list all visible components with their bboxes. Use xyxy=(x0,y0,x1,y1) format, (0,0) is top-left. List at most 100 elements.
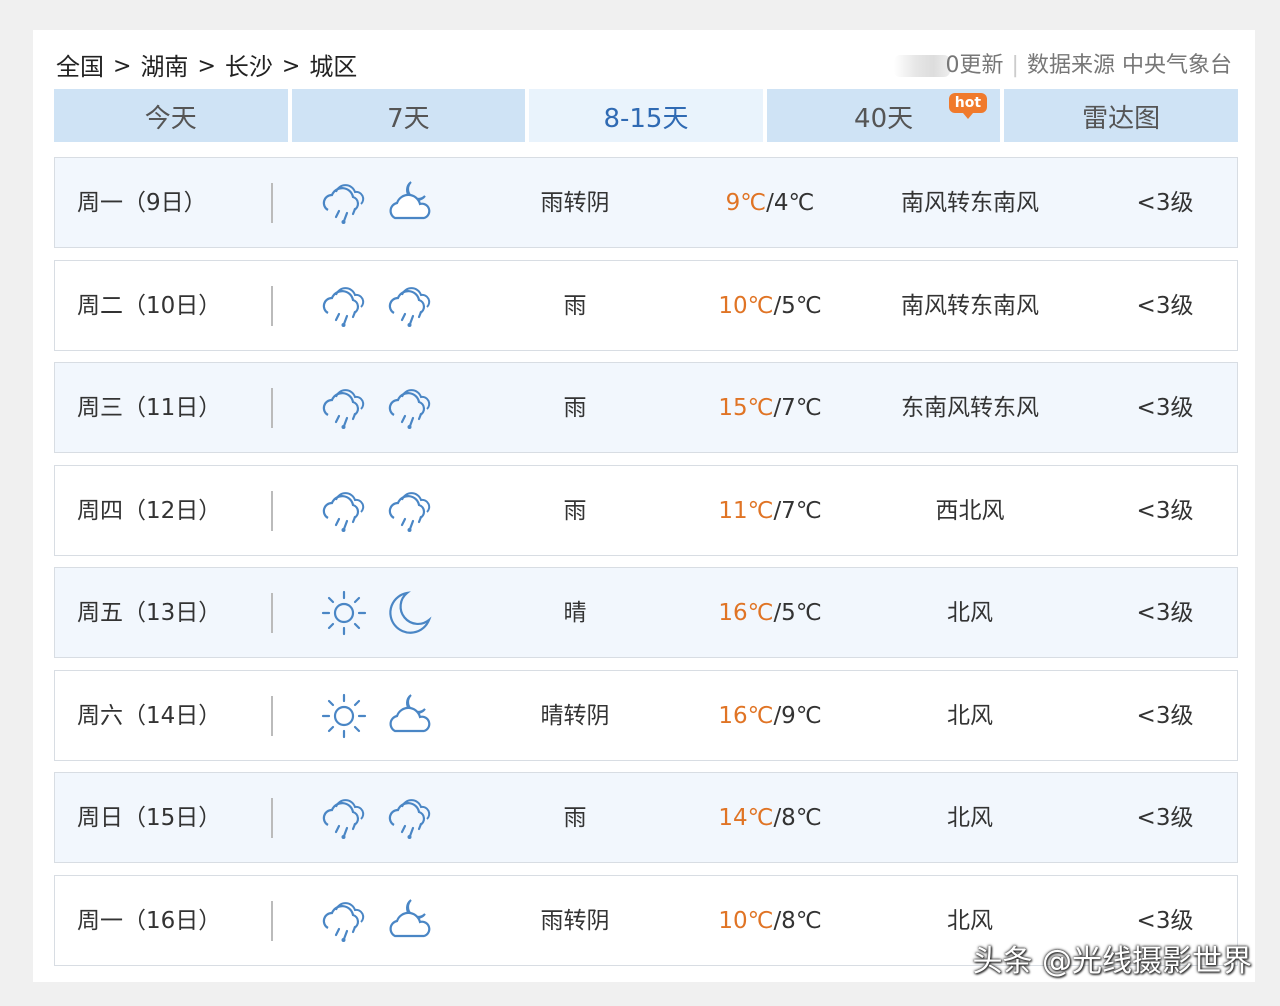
rain-cloud-icon xyxy=(319,281,369,331)
tab-today[interactable]: 今天 xyxy=(54,89,288,142)
tab-label: 今天 xyxy=(144,104,197,134)
forecast-date: 周日（15日） xyxy=(77,805,222,831)
temperature: 16℃/5℃ xyxy=(695,568,845,659)
tab-label: 7天 xyxy=(387,104,430,134)
low-temp: /7℃ xyxy=(773,497,822,524)
high-temp: 11℃ xyxy=(718,497,774,524)
breadcrumb-item-city[interactable]: 长沙 xyxy=(225,53,273,81)
wind-level: <3级 xyxy=(1136,600,1194,626)
temperature: 14℃/8℃ xyxy=(695,773,845,864)
rain-cloud-icon xyxy=(385,281,435,331)
wind-level: <3级 xyxy=(1136,805,1194,831)
breadcrumb-item-country[interactable]: 全国 xyxy=(56,53,104,81)
breadcrumb-separator: > xyxy=(281,54,301,79)
high-temp: 10℃ xyxy=(718,292,774,319)
tab-7-days[interactable]: 7天 xyxy=(291,89,526,142)
source-label: 数据来源 xyxy=(1026,53,1115,78)
tab-label: 雷达图 xyxy=(1082,104,1161,134)
weather-condition: 雨 xyxy=(563,292,587,319)
weather-icons xyxy=(319,793,435,843)
wind-direction: 北风 xyxy=(947,805,993,831)
tab-8-15-days[interactable]: 8-15天 xyxy=(529,89,763,142)
forecast-row: 周六（14日） 晴转阴 16℃/9℃ 北风 <3级 xyxy=(54,669,1238,762)
low-temp: /5℃ xyxy=(773,292,822,319)
low-temp: /5℃ xyxy=(773,600,822,626)
rain-cloud-icon xyxy=(319,896,369,946)
forecast-tabs: 今天 7天 8-15天 40天 hot 雷达图 xyxy=(54,89,1238,142)
weather-icons xyxy=(319,896,435,946)
hot-badge: hot xyxy=(948,93,988,119)
breadcrumb: 全国 > 湖南 > 长沙 > 城区 xyxy=(56,48,357,85)
temperature: 10℃/8℃ xyxy=(695,876,845,967)
forecast-date: 周六（14日） xyxy=(77,702,222,729)
temperature: 11℃/7℃ xyxy=(695,466,845,557)
high-temp: 14℃ xyxy=(718,805,774,831)
weather-icons xyxy=(319,383,435,433)
update-text: 0更新 xyxy=(945,53,1004,78)
wind-level: <3级 xyxy=(1136,292,1194,319)
forecast-date: 周二（10日） xyxy=(77,292,222,319)
high-temp: 9℃ xyxy=(725,190,767,216)
low-temp: /8℃ xyxy=(773,805,822,831)
weather-condition: 雨转阴 xyxy=(540,190,610,216)
forecast-row: 周二（10日） 雨 10℃/5℃ 南风转东南风 <3级 xyxy=(54,259,1238,352)
column-divider xyxy=(271,183,273,223)
forecast-row: 周三（11日） 雨 15℃/7℃ 东南风转东风 <3级 xyxy=(54,362,1238,453)
low-temp: /9℃ xyxy=(773,702,822,729)
breadcrumb-item-province[interactable]: 湖南 xyxy=(140,53,188,81)
rain-cloud-icon xyxy=(385,383,435,433)
column-divider xyxy=(271,798,273,838)
tab-label: 8-15天 xyxy=(603,104,689,134)
rain-cloud-icon xyxy=(319,383,369,433)
tab-radar[interactable]: 雷达图 xyxy=(1004,89,1238,142)
column-divider xyxy=(271,695,273,736)
sun-icon xyxy=(319,588,369,638)
wind-direction: 北风 xyxy=(947,702,993,729)
wind-level: <3级 xyxy=(1136,497,1194,524)
weather-icons xyxy=(319,178,435,228)
partly-cloudy-night-icon xyxy=(385,896,435,946)
weather-card: 全国 > 湖南 > 长沙 > 城区 0更新 | 数据来源 中央气象台 今天 7天 8-15天 4… xyxy=(33,30,1255,982)
high-temp: 16℃ xyxy=(718,600,774,626)
rain-cloud-icon xyxy=(385,793,435,843)
weather-condition: 雨 xyxy=(563,805,587,831)
partly-cloudy-night-icon xyxy=(385,691,435,741)
breadcrumb-separator: > xyxy=(113,54,132,79)
tab-label: 40天 xyxy=(854,104,914,134)
wind-direction: 西北风 xyxy=(935,497,1005,524)
breadcrumb-separator: > xyxy=(197,54,216,79)
weather-icons xyxy=(319,486,435,536)
forecast-date: 周五（13日） xyxy=(77,600,222,626)
wind-level: <3级 xyxy=(1136,190,1194,216)
temperature: 9℃/4℃ xyxy=(695,158,845,249)
rain-cloud-icon xyxy=(319,178,369,228)
temperature: 15℃/7℃ xyxy=(695,363,845,454)
forecast-date: 周一（16日） xyxy=(77,907,222,934)
weather-condition: 雨 xyxy=(563,395,587,421)
column-divider xyxy=(271,490,273,531)
forecast-row: 周日（15日） 雨 14℃/8℃ 北风 <3级 xyxy=(54,772,1238,863)
weather-icons xyxy=(319,588,435,638)
column-divider xyxy=(271,388,273,428)
wind-level: <3级 xyxy=(1136,395,1194,421)
moon-icon xyxy=(385,588,435,638)
partly-cloudy-night-icon xyxy=(385,178,435,228)
top-bar: 全国 > 湖南 > 长沙 > 城区 0更新 | 数据来源 中央气象台 xyxy=(56,48,1232,84)
low-temp: /7℃ xyxy=(773,395,822,421)
column-divider xyxy=(271,593,273,633)
temperature: 16℃/9℃ xyxy=(695,671,845,762)
forecast-date: 周一（9日） xyxy=(77,190,207,216)
tab-40-days[interactable]: 40天 hot xyxy=(766,89,1001,142)
forecast-list: 周一（9日） 雨转阴 9℃/4℃ 南风转东南风 <3级 周二（10日） 雨 10… xyxy=(54,157,1238,977)
wind-direction: 南风转东南风 xyxy=(901,190,1039,216)
forecast-row: 周四（12日） 雨 11℃/7℃ 西北风 <3级 xyxy=(54,464,1238,557)
weather-condition: 晴转阴 xyxy=(540,702,610,729)
wind-direction: 南风转东南风 xyxy=(901,292,1039,319)
wind-level: <3级 xyxy=(1136,702,1194,729)
forecast-row: 周五（13日） 晴 16℃/5℃ 北风 <3级 xyxy=(54,567,1238,658)
breadcrumb-item-district[interactable]: 城区 xyxy=(309,53,357,81)
column-divider xyxy=(271,900,273,941)
rain-cloud-icon xyxy=(319,486,369,536)
temperature: 10℃/5℃ xyxy=(695,261,845,352)
forecast-date: 周四（12日） xyxy=(77,497,222,524)
